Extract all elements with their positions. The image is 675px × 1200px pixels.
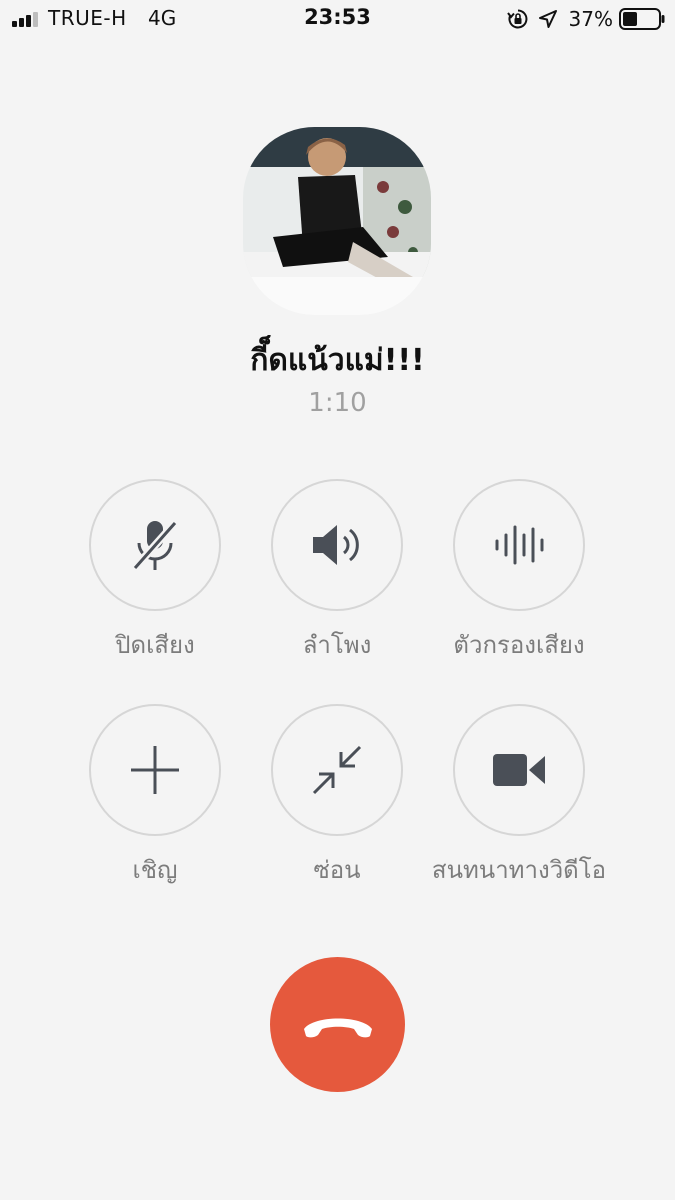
audio-filter-icon [495, 525, 544, 565]
phone-hangup-icon [303, 1018, 372, 1037]
invite-button[interactable] [89, 704, 221, 836]
location-arrow-icon [538, 10, 557, 28]
audio-filter-label: ตัวกรองเสียง [453, 631, 585, 659]
video-call-label: สนทนาทางวิดีโอ [431, 856, 607, 884]
speaker-button[interactable] [271, 479, 403, 611]
mic-muted-icon [130, 520, 178, 573]
speaker-icon [313, 525, 359, 565]
end-call-button[interactable] [270, 957, 405, 1092]
status-bar: TRUE-H 4G 23:53 37% [0, 0, 675, 40]
rotation-lock-icon [506, 9, 527, 29]
battery-percent: 37% [568, 7, 613, 31]
call-duration: 1:10 [308, 388, 367, 418]
caller-avatar [243, 127, 431, 315]
minimize-button[interactable] [271, 704, 403, 836]
video-camera-icon [493, 754, 545, 786]
battery-icon [619, 8, 665, 30]
video-call-button[interactable] [453, 704, 585, 836]
caller-name: กี็ดแน้วแม่!!! [250, 343, 425, 378]
minimize-icon [312, 745, 362, 795]
mute-button[interactable] [89, 479, 221, 611]
plus-icon [131, 746, 179, 794]
audio-filter-button[interactable] [453, 479, 585, 611]
